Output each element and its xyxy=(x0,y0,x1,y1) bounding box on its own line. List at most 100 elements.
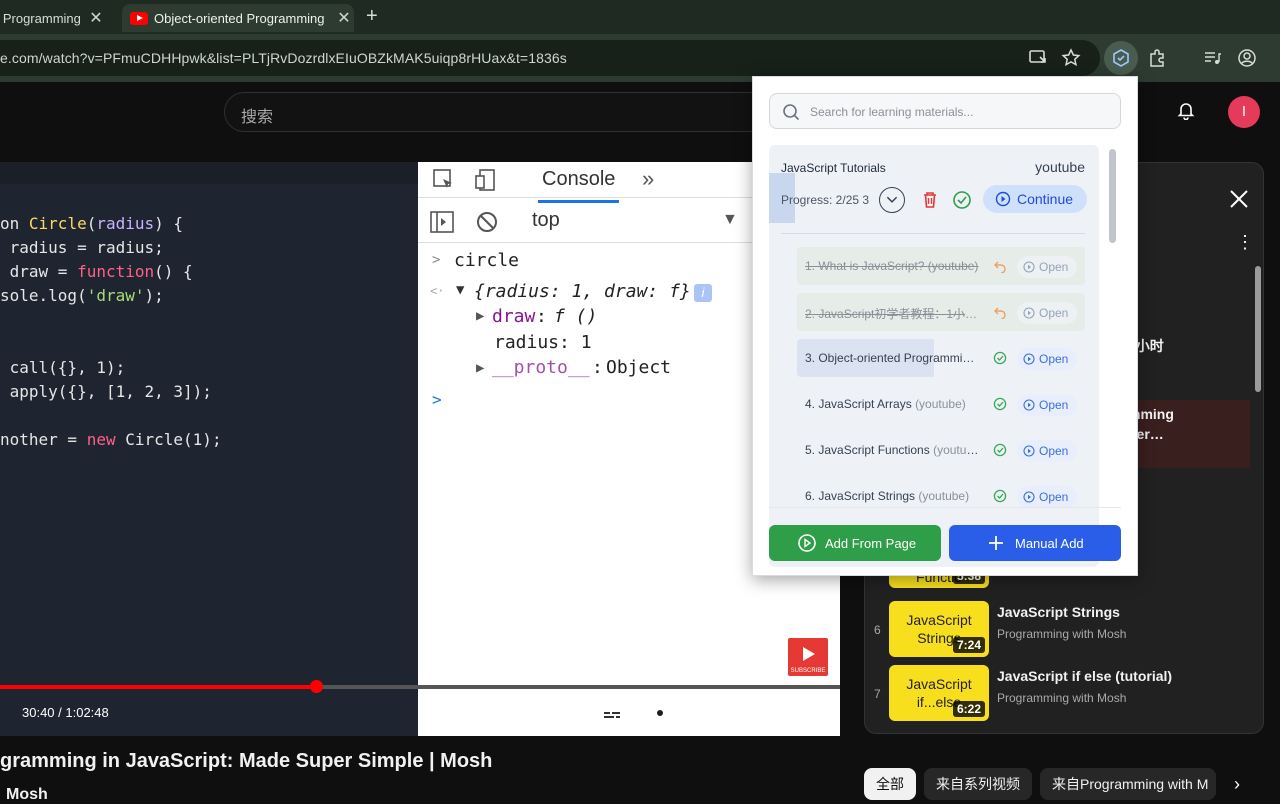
code-line: on Circle(radius) { xyxy=(0,212,222,236)
playlist-index: 7 xyxy=(874,687,881,701)
continue-button[interactable]: Continue xyxy=(983,185,1087,213)
continue-label: Continue xyxy=(1017,191,1074,207)
materials-search-input[interactable]: Search for learning materials... xyxy=(769,93,1121,129)
open-lesson-button[interactable]: Open xyxy=(1017,256,1077,278)
video-player[interactable]: on Circle(radius) { radius = radius; dra… xyxy=(0,162,840,736)
plus-icon xyxy=(989,536,1003,550)
tab-title: Object-oriented Programming xyxy=(154,10,325,26)
youtube-search-input[interactable]: 搜索 xyxy=(224,92,784,132)
check-circle-icon[interactable] xyxy=(993,489,1007,503)
more-tabs-icon: » xyxy=(642,166,655,191)
check-circle-icon[interactable] xyxy=(993,397,1007,411)
extension-logo-icon xyxy=(1113,49,1129,67)
scrubber-handle[interactable] xyxy=(310,680,323,693)
code-token: Circle xyxy=(28,214,87,233)
lesson-title: 2. JavaScript初学者教程：1小时 xyxy=(805,307,978,321)
check-circle-icon[interactable] xyxy=(993,443,1007,457)
chevron-down-icon[interactable] xyxy=(879,187,905,213)
learning-extension-button[interactable] xyxy=(1104,41,1138,75)
youtube-favicon-icon xyxy=(130,11,148,25)
install-app-icon[interactable] xyxy=(1028,48,1048,68)
playlist-item-title[interactable]: JavaScript if else (tutorial) xyxy=(997,668,1172,684)
playlist-scrollbar[interactable] xyxy=(1255,266,1261,392)
console-prop-key: draw xyxy=(492,306,536,327)
undo-icon[interactable] xyxy=(993,259,1007,273)
close-icon[interactable]: ✕ xyxy=(86,8,106,28)
open-lesson-button[interactable]: Open xyxy=(1017,348,1077,370)
video-thumbnail[interactable]: JavaScript if...else 6:22 xyxy=(889,665,989,721)
undo-icon[interactable] xyxy=(993,305,1007,319)
address-bar[interactable]: e.com/watch?v=PFmuCDHHpwk&list=PLTjRvDoz… xyxy=(0,40,1100,76)
channel-name[interactable]: Mosh xyxy=(6,786,48,804)
subtitles-icon[interactable] xyxy=(599,702,625,724)
browser-tab-previous[interactable]: d Programming ✕ xyxy=(0,4,112,32)
check-circle-icon[interactable] xyxy=(993,351,1007,365)
more-options-icon[interactable]: ⋮ xyxy=(1236,232,1254,253)
settings-gear-icon[interactable] xyxy=(647,702,673,724)
console-output-line: {radius: 1, draw: f} xyxy=(474,281,691,302)
add-from-page-button[interactable]: Add From Page xyxy=(769,525,941,561)
open-lesson-button[interactable]: Open xyxy=(1017,394,1077,416)
open-lesson-button[interactable]: Open xyxy=(1017,302,1077,324)
collapse-triangle-icon: ▶ xyxy=(476,308,485,324)
close-icon[interactable] xyxy=(1228,188,1250,210)
theater-mode-icon[interactable] xyxy=(743,702,769,724)
avatar[interactable]: I xyxy=(1228,96,1260,128)
open-label: Open xyxy=(1039,260,1069,274)
code-token: new xyxy=(86,430,116,449)
console-prop-colon: : xyxy=(536,306,547,327)
code-token: draw = xyxy=(0,262,78,281)
miniplayer-icon[interactable] xyxy=(695,702,721,724)
browser-tab-strip: d Programming ✕ Object-oriented Programm… xyxy=(0,0,1280,34)
lesson-item[interactable]: 6. JavaScript Strings (youtube) Open xyxy=(797,477,1085,515)
code-token: () { xyxy=(154,262,193,281)
play-circle-icon xyxy=(1023,261,1035,273)
manual-add-button[interactable]: Manual Add xyxy=(949,525,1121,561)
progress-value: Progress: 2/25 xyxy=(781,193,860,207)
course-card: JavaScript Tutorials youtube Progress: 2… xyxy=(769,145,1099,231)
notifications-bell-icon[interactable] xyxy=(1176,100,1196,120)
popup-scrollbar[interactable] xyxy=(1109,149,1116,243)
code-line: apply({}, [1, 2, 3]); xyxy=(0,380,222,404)
code-line: call({}, 1); xyxy=(0,356,222,380)
course-progress-text: Progress: 2/25 3 xyxy=(781,193,869,207)
playlist-item-title[interactable]: JavaScript Strings xyxy=(997,604,1120,620)
code-token: radius = radius; xyxy=(0,238,164,257)
lesson-item[interactable]: 4. JavaScript Arrays (youtube) Open xyxy=(797,385,1085,423)
video-progress-bar[interactable] xyxy=(0,680,840,693)
trash-icon[interactable] xyxy=(917,187,943,213)
new-tab-icon[interactable]: + xyxy=(366,5,378,28)
media-playlist-icon[interactable] xyxy=(1202,48,1222,68)
course-title: JavaScript Tutorials xyxy=(781,161,886,175)
lesson-item[interactable]: 3. Object-oriented Programming in JavaSc… xyxy=(797,339,1085,377)
chevron-right-icon[interactable]: › xyxy=(1234,774,1240,795)
open-lesson-button[interactable]: Open xyxy=(1017,486,1077,508)
lesson-item[interactable]: 5. JavaScript Functions (youtube) Open xyxy=(797,431,1085,469)
fullscreen-icon[interactable] xyxy=(791,702,817,724)
bookmark-star-icon[interactable] xyxy=(1061,48,1081,68)
chip-channel[interactable]: 来自Programming with M xyxy=(1040,768,1216,800)
lesson-title: 6. JavaScript Strings xyxy=(805,489,916,503)
learning-extension-popup: Search for learning materials... JavaScr… xyxy=(752,76,1138,576)
code-line: sole.log('draw'); xyxy=(0,284,222,308)
add-from-page-label: Add From Page xyxy=(825,536,917,551)
extensions-puzzle-icon[interactable] xyxy=(1147,48,1167,68)
check-circle-icon[interactable] xyxy=(949,187,975,213)
lesson-item[interactable]: 2. JavaScript初学者教程：1小时 (youtube) Open xyxy=(797,293,1085,331)
browser-tab-active[interactable]: Object-oriented Programming ✕ xyxy=(122,4,354,32)
search-icon xyxy=(783,104,800,121)
lesson-label: 6. JavaScript Strings (youtube) xyxy=(805,489,981,503)
video-thumbnail[interactable]: JavaScript Strings 7:24 xyxy=(889,601,989,657)
manual-add-label: Manual Add xyxy=(1015,536,1084,551)
open-lesson-button[interactable]: Open xyxy=(1017,440,1077,462)
close-icon[interactable]: ✕ xyxy=(334,8,354,28)
inspect-icon xyxy=(433,169,452,188)
output-arrow-icon: <· xyxy=(430,284,445,298)
chip-all[interactable]: 全部 xyxy=(864,768,916,800)
chip-series[interactable]: 来自系列视频 xyxy=(924,768,1032,800)
profile-icon[interactable] xyxy=(1237,48,1257,68)
console-input-line: circle xyxy=(454,250,520,271)
lesson-item[interactable]: 1. What is JavaScript? (youtube) Open xyxy=(797,247,1085,285)
progress-fill xyxy=(0,685,316,689)
